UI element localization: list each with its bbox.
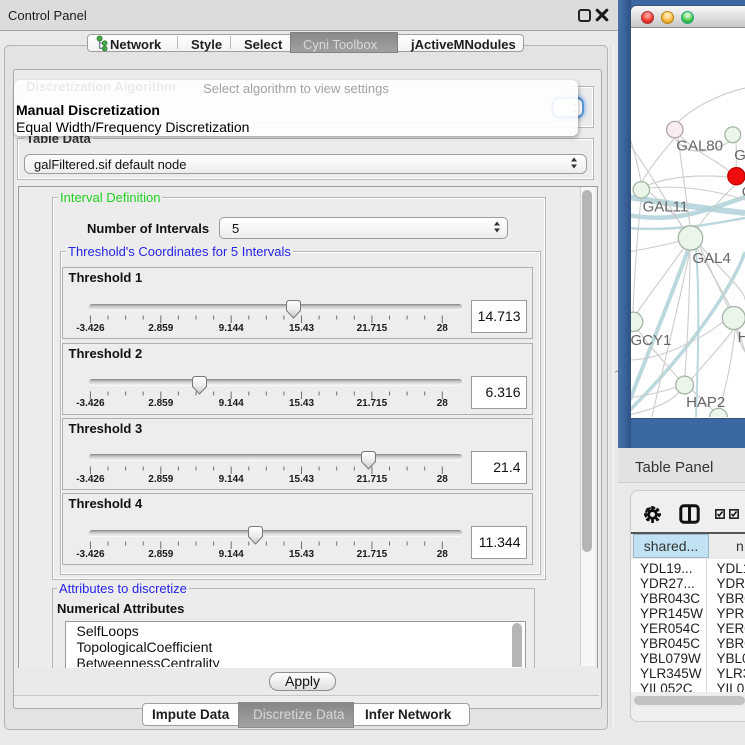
svg-text:G.: G.: [734, 147, 745, 164]
svg-text:GAL4: GAL4: [693, 250, 731, 267]
svg-text:HAP2: HAP2: [686, 394, 725, 411]
svg-text:H: H: [738, 329, 745, 346]
svg-text:GAL80: GAL80: [676, 138, 723, 155]
svg-text:GCY1: GCY1: [631, 332, 671, 349]
svg-text:GAL11: GAL11: [643, 199, 689, 216]
